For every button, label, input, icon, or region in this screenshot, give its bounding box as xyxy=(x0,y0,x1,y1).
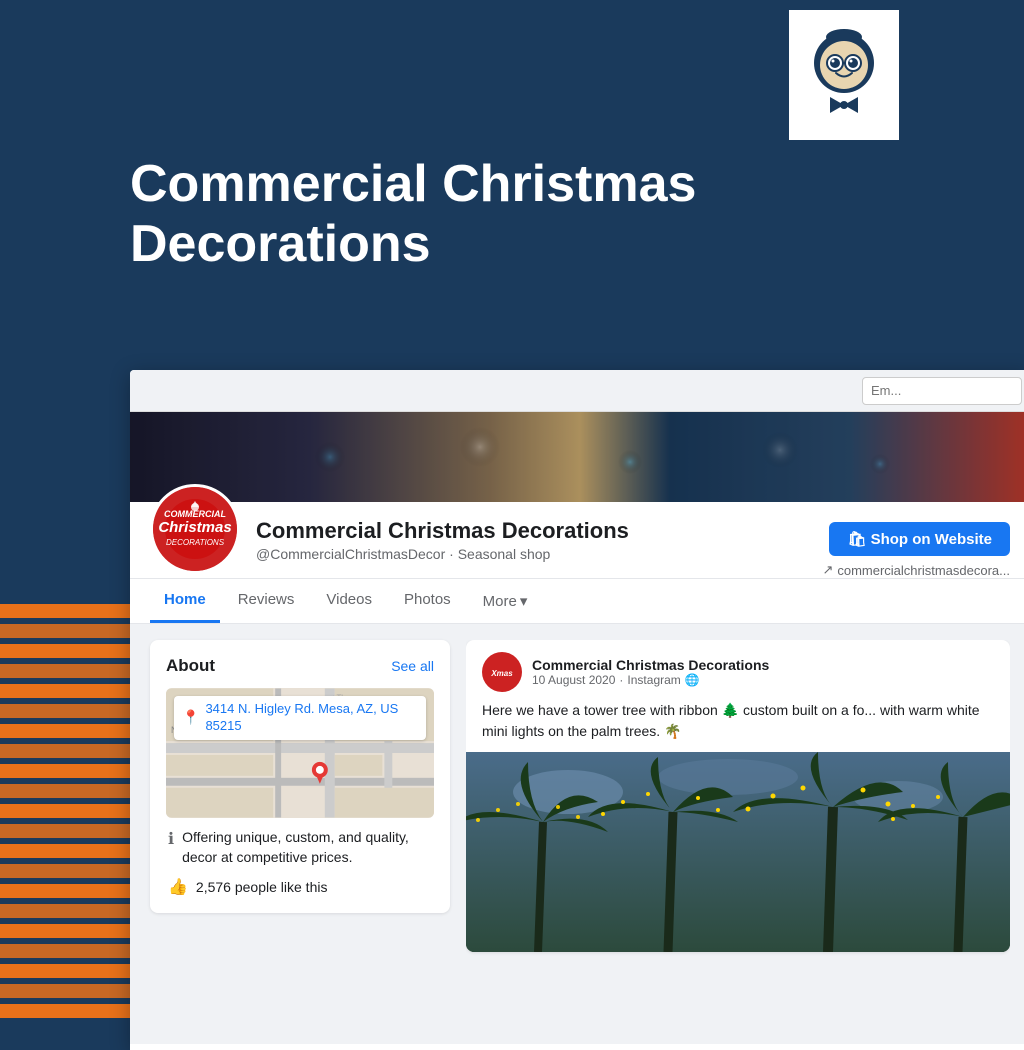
svg-text:DECORATIONS: DECORATIONS xyxy=(166,538,225,547)
see-all-link[interactable]: See all xyxy=(391,658,434,674)
about-column: About See all xyxy=(150,640,450,1028)
about-header: About See all xyxy=(166,656,434,676)
address-text: 3414 N. Higley Rd. Mesa, AZ, US 85215 xyxy=(205,701,418,735)
fb-page-avatar: COMMERCIAL Christmas DECORATIONS xyxy=(150,484,240,574)
cover-lights-decoration xyxy=(130,412,1024,502)
post-image xyxy=(466,752,1010,952)
thumbs-up-icon: 👍 xyxy=(168,877,188,897)
title-area: Commercial Christmas Decorations xyxy=(130,155,696,275)
post-image-svg xyxy=(466,752,1010,952)
svg-text:Christmas: Christmas xyxy=(158,519,231,536)
fb-cover-photo xyxy=(130,412,1024,502)
shop-on-website-button[interactable]: 🛍 Shop on Website xyxy=(829,522,1010,556)
fb-page-name: Commercial Christmas Decorations xyxy=(256,518,806,544)
about-card: About See all xyxy=(150,640,450,913)
tab-home[interactable]: Home xyxy=(150,579,220,623)
map-container[interactable]: N Greenfield Rd. Higley < Thoma 📍 3414 N… xyxy=(166,688,434,818)
avatar-image: COMMERCIAL Christmas DECORATIONS xyxy=(153,487,237,571)
mascot-icon xyxy=(802,25,887,125)
fb-actions: 🛍 Shop on Website ↗ commercialchristmasd… xyxy=(822,514,1010,578)
post-info: Commercial Christmas Decorations 10 Augu… xyxy=(532,657,994,687)
chevron-down-icon: ▾ xyxy=(520,592,528,610)
post-column: Xmas Commercial Christmas Decorations 10… xyxy=(466,640,1010,1028)
post-body: Here we have a tower tree with ribbon 🌲 … xyxy=(466,700,1010,752)
post-meta: 10 August 2020 · Instagram 🌐 xyxy=(532,673,994,687)
fb-navigation: Home Reviews Videos Photos More ▾ xyxy=(130,579,1024,624)
fb-page-handle: @CommercialChristmasDecor · Seasonal sho… xyxy=(256,546,806,562)
fb-website-link[interactable]: ↗ commercialchristmasdecora... xyxy=(822,562,1010,578)
search-input[interactable] xyxy=(862,377,1022,405)
post-page-name: Commercial Christmas Decorations xyxy=(532,657,994,673)
fb-topbar xyxy=(130,370,1024,412)
svg-text:Xmas: Xmas xyxy=(490,669,513,678)
post-avatar-image: Xmas xyxy=(483,653,521,691)
globe-icon: 🌐 xyxy=(685,673,700,687)
post-card: Xmas Commercial Christmas Decorations 10… xyxy=(466,640,1010,952)
tab-reviews[interactable]: Reviews xyxy=(224,579,309,623)
external-link-icon: ↗ xyxy=(822,562,833,578)
page-title: Commercial Christmas Decorations xyxy=(130,155,696,275)
about-description: ℹ Offering unique, custom, and quality, … xyxy=(166,828,434,867)
about-likes: 👍 2,576 people like this xyxy=(166,877,434,897)
likes-count-text: 2,576 people like this xyxy=(196,879,328,895)
info-icon: ℹ xyxy=(168,829,174,849)
map-address-overlay: 📍 3414 N. Higley Rd. Mesa, AZ, US 85215 xyxy=(174,696,426,740)
tab-photos[interactable]: Photos xyxy=(390,579,465,623)
fb-profile-info: Commercial Christmas Decorations @Commer… xyxy=(256,514,806,562)
location-pin-icon: 📍 xyxy=(182,709,199,726)
fb-content-area: About See all xyxy=(130,624,1024,1044)
post-avatar: Xmas xyxy=(482,652,522,692)
about-desc-text: Offering unique, custom, and quality, de… xyxy=(182,828,432,867)
about-title: About xyxy=(166,656,215,676)
tab-videos[interactable]: Videos xyxy=(312,579,386,623)
mascot-box xyxy=(789,10,899,140)
tab-more[interactable]: More ▾ xyxy=(469,580,542,622)
facebook-page-container: COMMERCIAL Christmas DECORATIONS Commerc… xyxy=(130,370,1024,1050)
fb-profile-section: COMMERCIAL Christmas DECORATIONS Commerc… xyxy=(130,502,1024,579)
post-header: Xmas Commercial Christmas Decorations 10… xyxy=(466,640,1010,700)
